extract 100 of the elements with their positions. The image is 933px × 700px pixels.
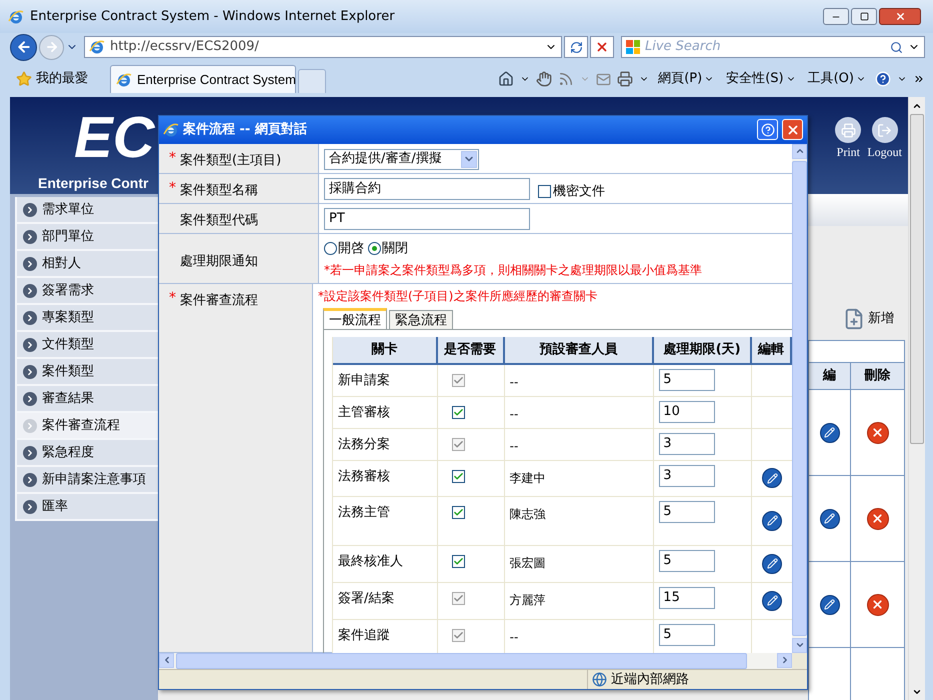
sidebar-item[interactable]: 緊急程度 bbox=[15, 440, 158, 467]
sidebar-item[interactable]: 審查結果 bbox=[15, 386, 158, 413]
tab[interactable]: 一般流程 bbox=[323, 308, 387, 329]
checkbox[interactable] bbox=[452, 554, 465, 568]
column-header: 關卡 bbox=[333, 336, 438, 363]
logout-button[interactable]: Logout bbox=[867, 117, 902, 194]
type-select[interactable]: 合約提供/審查/撰擬 bbox=[324, 148, 479, 170]
help-icon[interactable] bbox=[875, 71, 891, 87]
add-document-icon[interactable] bbox=[843, 308, 865, 330]
sidebar-item[interactable]: 匯率 bbox=[15, 494, 158, 521]
delete-icon[interactable] bbox=[866, 422, 888, 444]
back-button[interactable] bbox=[10, 34, 37, 60]
search-field[interactable]: Live Search bbox=[621, 36, 925, 58]
sidebar-item[interactable]: 部門單位 bbox=[15, 224, 158, 251]
close-button[interactable] bbox=[879, 8, 921, 25]
logo-text: EC bbox=[74, 109, 155, 167]
chevron-bullet-icon bbox=[23, 338, 37, 352]
chevron-bullet-icon bbox=[23, 230, 37, 244]
favorites-button[interactable]: 我的最愛 bbox=[36, 69, 88, 89]
notice-text: *若一申請案之案件類型爲多項，則相關關卡之處理期限以最小值爲基準 bbox=[324, 262, 703, 280]
menu-button[interactable]: 網頁(P) bbox=[655, 69, 718, 89]
help-button[interactable] bbox=[757, 119, 778, 140]
column-header: 編 bbox=[809, 363, 851, 389]
page-scrollbar[interactable] bbox=[908, 97, 925, 700]
table-cell: 新申請案 bbox=[338, 372, 390, 388]
input-field[interactable]: 10 bbox=[659, 400, 716, 423]
chevron-bullet-icon bbox=[23, 364, 37, 378]
refresh-icon[interactable] bbox=[570, 40, 582, 54]
field-label: 案件審查流程 bbox=[180, 292, 258, 310]
browser-tab[interactable]: Enterprise Contract System bbox=[110, 65, 296, 93]
sidebar-item[interactable]: 需求單位 bbox=[15, 197, 158, 224]
window-title: Enterprise Contract System - Windows Internet Explorer bbox=[30, 8, 395, 26]
edit-icon[interactable] bbox=[820, 422, 840, 442]
hand-icon[interactable] bbox=[536, 71, 552, 87]
column-header: 刪除 bbox=[863, 367, 892, 386]
edit-icon[interactable] bbox=[762, 554, 782, 574]
input-field[interactable]: 3 bbox=[659, 464, 716, 487]
print-icon[interactable] bbox=[617, 71, 634, 87]
site-subtitle: Enterprise Contr bbox=[38, 174, 148, 193]
maximize-button[interactable] bbox=[851, 8, 877, 25]
menu-button[interactable]: 工具(O) bbox=[804, 69, 869, 89]
column-header: 是否需要 bbox=[438, 336, 505, 363]
sidebar-item[interactable]: 專案類型 bbox=[15, 305, 158, 332]
browser-icon bbox=[8, 8, 24, 24]
checkbox[interactable] bbox=[538, 184, 551, 198]
input-field[interactable]: PT bbox=[324, 208, 530, 230]
required-mark: * bbox=[169, 290, 177, 308]
sidebar-item[interactable]: 相對人 bbox=[15, 251, 158, 278]
url-text: http://ecssrv/ECS2009/ bbox=[110, 38, 260, 56]
menu-button[interactable]: 安全性(S) bbox=[723, 69, 799, 89]
stop-button[interactable] bbox=[590, 36, 614, 58]
favorites-star-icon[interactable] bbox=[16, 71, 32, 87]
print-button[interactable]: Print bbox=[835, 117, 862, 194]
stop-icon[interactable] bbox=[595, 40, 609, 54]
sidebar-item[interactable]: 新申請案注意事項 bbox=[15, 467, 158, 494]
radio-button[interactable] bbox=[368, 242, 381, 255]
more-chevron-icon[interactable] bbox=[913, 73, 925, 85]
checkbox[interactable] bbox=[452, 506, 465, 519]
table-cell: -- bbox=[510, 374, 518, 389]
input-field[interactable]: 5 bbox=[659, 550, 716, 572]
radio-button[interactable] bbox=[324, 242, 337, 255]
tab[interactable]: 緊急流程 bbox=[389, 310, 453, 329]
horizontal-scrollbar[interactable] bbox=[159, 652, 792, 668]
chevron-bullet-icon bbox=[23, 500, 37, 514]
chevron-bullet-icon bbox=[23, 446, 37, 460]
input-field[interactable]: 採購合約 bbox=[324, 178, 530, 200]
search-input[interactable]: Live Search bbox=[645, 37, 885, 57]
sidebar-item[interactable]: 案件審查流程 bbox=[15, 413, 158, 440]
close-icon[interactable] bbox=[894, 11, 906, 22]
home-icon[interactable] bbox=[498, 71, 514, 87]
table-cell: 陳志強 bbox=[510, 506, 546, 521]
feed-icon[interactable] bbox=[558, 71, 574, 87]
checkbox[interactable] bbox=[452, 470, 465, 483]
field-label: 處理期限通知 bbox=[180, 252, 258, 271]
notice-text: *設定該案件類型(子項目)之案件所應經歷的審查關卡 bbox=[318, 288, 598, 304]
edit-icon[interactable] bbox=[762, 510, 782, 531]
add-button[interactable]: 新增 bbox=[843, 306, 894, 332]
address-field[interactable]: http://ecssrv/ECS2009/ bbox=[84, 36, 562, 58]
checkbox[interactable] bbox=[452, 406, 465, 419]
windows-flag-icon bbox=[626, 40, 640, 54]
sidebar-item[interactable]: 簽署需求 bbox=[15, 278, 158, 305]
input-field[interactable]: 5 bbox=[659, 500, 716, 523]
delete-icon[interactable] bbox=[866, 508, 888, 530]
delete-icon[interactable] bbox=[866, 594, 888, 616]
edit-icon[interactable] bbox=[820, 508, 840, 528]
field-label: 案件類型代碼 bbox=[180, 212, 258, 230]
field-label: 案件類型(主項目) bbox=[180, 152, 282, 170]
maximize-icon[interactable] bbox=[860, 12, 868, 21]
column-header: 預設審查人員 bbox=[504, 336, 654, 363]
table-cell: 最終核准人 bbox=[338, 554, 403, 569]
sidebar-item[interactable]: 案件類型 bbox=[15, 359, 158, 386]
chevron-bullet-icon bbox=[23, 202, 37, 216]
edit-icon[interactable] bbox=[820, 594, 840, 614]
refresh-button[interactable] bbox=[564, 36, 588, 58]
table-cell: 法務分案 bbox=[338, 436, 390, 452]
edit-icon[interactable] bbox=[762, 468, 782, 488]
sidebar-item[interactable]: 文件類型 bbox=[15, 332, 158, 359]
search-icon[interactable] bbox=[890, 40, 903, 54]
help-icon[interactable] bbox=[760, 122, 774, 137]
close-icon[interactable] bbox=[786, 122, 800, 137]
